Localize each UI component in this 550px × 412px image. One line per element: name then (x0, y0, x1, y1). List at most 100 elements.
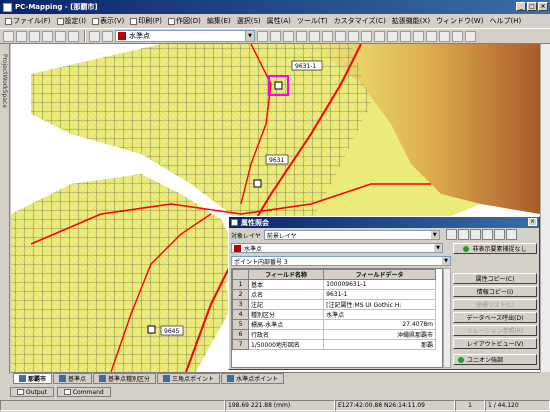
export-icon[interactable] (494, 229, 505, 240)
menu-draw[interactable]: 作図(D) (165, 16, 204, 26)
table-row[interactable]: 7 1/50000地形図名 那覇 (232, 339, 436, 350)
search-icon[interactable] (439, 30, 450, 42)
table-row[interactable]: 5 標高-水準点 27.4078m (232, 319, 436, 330)
menu-window[interactable]: ウィンドウ(W) (433, 16, 486, 26)
menu-attribute[interactable]: 属性(A) (264, 16, 294, 26)
relation-reference-button[interactable]: リレーション参照(R) (453, 325, 537, 336)
tab-command[interactable]: Command (56, 387, 111, 397)
union-highlight-button[interactable]: ユニオン強調 (453, 354, 537, 365)
table-header-field-data[interactable]: フィールドデータ (323, 269, 436, 280)
menu-select[interactable]: 選択(S) (234, 16, 264, 26)
maximize-button[interactable]: □ (527, 2, 537, 11)
tab-benchmark[interactable]: 基準点 (53, 373, 93, 384)
tab-triangulation-point[interactable]: 三角点ポイント (157, 373, 221, 384)
list-icon[interactable] (458, 229, 469, 240)
pan-icon[interactable] (283, 30, 294, 42)
project-workspace-sidebar[interactable]: ProjectWorkSpace (0, 44, 10, 374)
dialog-close-button[interactable]: × (528, 218, 537, 226)
text-icon[interactable] (374, 30, 385, 42)
tab-leveling-point[interactable]: 水準点ポイント (221, 373, 285, 384)
dialog-title: 属性照会 (241, 218, 269, 227)
dialog-icon (231, 219, 238, 226)
move-icon[interactable] (400, 30, 411, 42)
menu-file[interactable]: ファイル(F) (2, 16, 54, 26)
table-icon[interactable] (470, 229, 481, 240)
map-vertical-scrollbar[interactable] (540, 44, 550, 372)
tab-output[interactable]: Output (10, 387, 54, 397)
status-dot-icon (463, 245, 470, 252)
benchmark-point-9631[interactable] (253, 179, 262, 188)
save-as-icon[interactable] (42, 30, 53, 42)
table-header-field-name[interactable]: フィールド名称 (247, 269, 325, 280)
coordinate-list-button[interactable]: 座標リスト(L) (453, 299, 537, 310)
chevron-down-icon[interactable]: ▼ (442, 257, 450, 265)
benchmark-point-9631-1[interactable] (274, 81, 283, 90)
menu-settings[interactable]: 設定(I) (54, 16, 90, 26)
file-icon (5, 17, 12, 25)
table-sheet-icon (59, 375, 67, 382)
table-scrollbar[interactable] (443, 268, 451, 368)
chevron-down-icon[interactable]: ▼ (245, 31, 254, 41)
window-icon[interactable] (465, 30, 476, 42)
help-icon[interactable] (506, 229, 517, 240)
map-sheet-icon (19, 375, 26, 382)
menu-help[interactable]: ヘルプ(H) (486, 16, 524, 26)
zoom-in-icon[interactable] (257, 30, 268, 42)
toolbar: 水準点 ▼ (0, 28, 550, 44)
preview-icon[interactable] (68, 30, 79, 42)
info-copy-button[interactable]: 情報コピー(I) (453, 286, 537, 297)
tab-naha[interactable]: 那覇市 (13, 373, 53, 384)
layer-color-icon (234, 244, 241, 252)
minimize-button[interactable]: _ (516, 2, 526, 11)
menu-extensions[interactable]: 拡張機能(X) (389, 16, 433, 26)
target-layer-row: 対象レイヤ 前景レイヤ ▼ (231, 230, 440, 240)
menu-view[interactable]: 表示(V) (89, 16, 127, 26)
map-label-9631: 9631 (269, 157, 284, 164)
chevron-down-icon[interactable]: ▼ (430, 231, 439, 239)
filter-icon[interactable] (482, 229, 493, 240)
menu-tools[interactable]: ツール(T) (294, 16, 331, 26)
benchmark-point-9645[interactable] (147, 325, 156, 334)
attribute-table[interactable]: フィールド名称 フィールドデータ 1 基本 100009631-1 2 点名 9… (231, 268, 443, 368)
table-row[interactable]: 3 注記 [注記属性:MS UI Gothic H: (232, 299, 436, 310)
tab-benchmark-type[interactable]: 基準点種別区分 (93, 373, 157, 384)
refresh-icon[interactable] (296, 30, 307, 42)
menu-edit[interactable]: 編集(E) (204, 16, 234, 26)
hide-elements-button[interactable]: 非表示要素捕捉なし (453, 243, 537, 254)
delete-icon[interactable] (413, 30, 424, 42)
point-icon[interactable] (361, 30, 372, 42)
line-icon[interactable] (335, 30, 346, 42)
layer-select[interactable]: 水準点 ▼ (115, 30, 255, 42)
rotate-icon[interactable] (387, 30, 398, 42)
point-id-select[interactable]: ポイント内部番号 3 ▼ (231, 256, 451, 266)
attribute-copy-button[interactable]: 属性コピー(C) (453, 273, 537, 284)
table-row[interactable]: 2 点名 9631-1 (232, 289, 436, 300)
table-row[interactable]: 1 基本 100009631-1 (232, 279, 436, 290)
new-icon[interactable] (3, 30, 14, 42)
measure-icon[interactable] (322, 30, 333, 42)
grid-icon[interactable] (446, 229, 457, 240)
print-icon[interactable] (55, 30, 66, 42)
attribute-icon[interactable] (426, 30, 437, 42)
save-icon[interactable] (29, 30, 40, 42)
table-sheet-icon (227, 375, 235, 382)
layout-view-button[interactable]: レイアウトビュー(V) (453, 338, 537, 349)
layer-select[interactable]: 水準点 ▼ (231, 243, 443, 253)
close-button[interactable]: × (538, 2, 548, 11)
database-call-button[interactable]: データベース呼出(D) (453, 312, 537, 323)
menu-customize[interactable]: カスタマイズ(C) (331, 16, 389, 26)
select-icon[interactable] (309, 30, 320, 42)
table-row[interactable]: 4 種別区分 水準点 (232, 309, 436, 320)
polygon-icon[interactable] (348, 30, 359, 42)
table-row[interactable]: 6 行政名 沖縄県那覇市 (232, 329, 436, 340)
target-layer-select[interactable]: 前景レイヤ ▼ (263, 230, 440, 240)
dialog-title-bar[interactable]: 属性照会 (229, 217, 539, 228)
menu-print[interactable]: 印刷(P) (127, 16, 165, 26)
table-icon[interactable] (452, 30, 463, 42)
hand-icon[interactable] (89, 30, 100, 42)
output-panel-tabs: Output Command (0, 386, 550, 398)
layer-icon[interactable] (102, 30, 113, 42)
zoom-out-icon[interactable] (270, 30, 281, 42)
open-icon[interactable] (16, 30, 27, 42)
chevron-down-icon[interactable]: ▼ (434, 244, 442, 252)
